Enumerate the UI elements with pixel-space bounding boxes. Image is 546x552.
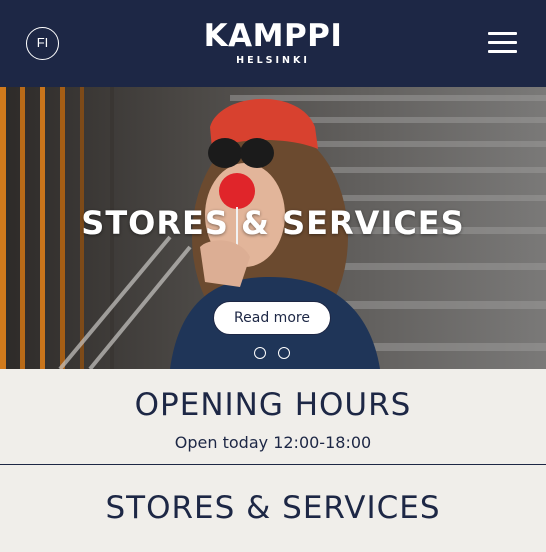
site-header: FI KAMPPI HELSINKI [0,0,546,87]
stores-section[interactable]: STORES & SERVICES [0,466,546,552]
hero-carousel: STORES & SERVICES Read more [0,87,546,369]
kamppi-logo[interactable]: KAMPPI HELSINKI [0,18,546,67]
carousel-dot-1[interactable] [254,347,266,359]
hamburger-icon[interactable] [488,30,518,56]
logo-main-text: KAMPPI [203,18,343,54]
carousel-dot-2[interactable] [278,347,290,359]
logo-sub-text: HELSINKI [236,55,310,66]
opening-hours-title: OPENING HOURS [134,387,412,423]
hero-title: STORES & SERVICES [81,204,465,242]
stores-title: STORES & SERVICES [105,490,441,526]
opening-hours-text: Open today 12:00-18:00 [174,433,372,452]
read-more-button[interactable]: Read more [213,301,331,335]
opening-hours-section[interactable]: OPENING HOURS Open today 12:00-18:00 [0,369,546,465]
